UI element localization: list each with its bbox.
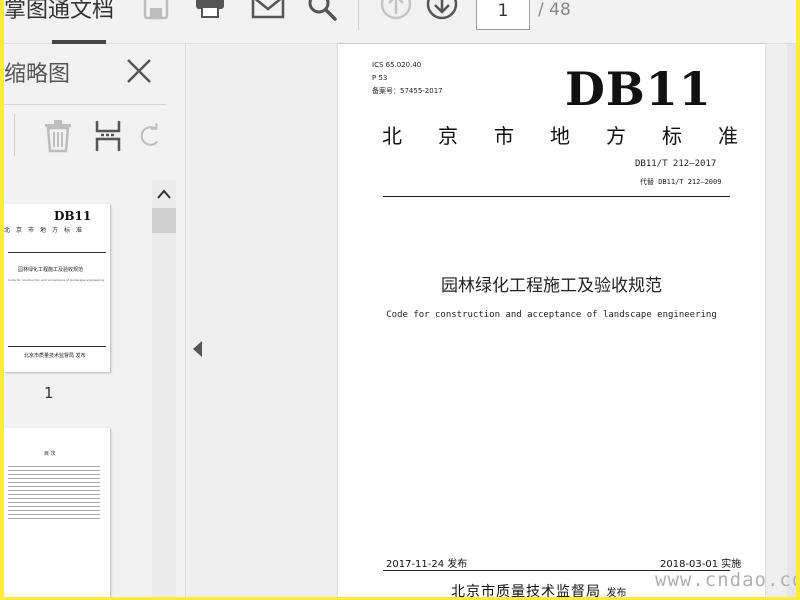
thumbnail-en-title: Code for construction and acceptance of … (8, 278, 105, 282)
thumbnail-toc-heading: 目 次 (44, 451, 56, 457)
issuer-name: 北京市质量技术监督局 (451, 584, 601, 597)
standard-char: 地 (550, 124, 570, 148)
thumbnail-page-1[interactable]: DB11 北京市地方标准 园林绿化工程施工及验收规范 Code for cons… (4, 204, 110, 372)
standard-char: 京 (438, 124, 458, 148)
header-rule (383, 196, 730, 197)
standard-char: 准 (718, 124, 738, 148)
document-viewer: ICS 65.020.40 P 53 备案号：57455-2017 DB11 北… (187, 44, 796, 597)
toolbar-separator (358, 0, 359, 30)
chevron-up-icon[interactable] (152, 184, 176, 204)
toc-line (8, 514, 100, 515)
implementation-date: 2018-03-01 实施 (660, 559, 742, 570)
toc-line (8, 478, 100, 479)
thumbnail-title: 园林绿化工程施工及验收规范 (18, 267, 84, 273)
toolbar: 掌图通文档 1 / 48 (4, 0, 796, 44)
issuer-suffix: 发布 (606, 588, 627, 597)
thumbnail-rule (8, 252, 106, 253)
ics-code: ICS 65.020.40 (372, 61, 422, 69)
issue-date: 2017-11-24 发布 (386, 559, 468, 570)
page-total: / 48 (538, 0, 571, 20)
thumbnail-foot-rule (8, 346, 106, 347)
previous-page-icon[interactable] (378, 0, 414, 26)
document-page: ICS 65.020.40 P 53 备案号：57455-2017 DB11 北… (338, 44, 765, 597)
print-icon[interactable] (192, 0, 228, 26)
watermark: www.cndao.com (655, 569, 796, 591)
thumbnail-page-number: 1 (44, 384, 54, 402)
p-code: P 53 (372, 74, 388, 82)
collapse-panel-icon[interactable] (191, 340, 205, 358)
panel-tool-separator (14, 114, 15, 156)
standard-heading: 北 京 市 地 方 标 准 (382, 120, 738, 149)
thumbnail-foot: 北京市质量技术监督局 发布 (24, 353, 86, 359)
thumbnail-scroll-thumb[interactable] (152, 208, 176, 233)
thumbnail-list: DB11 北京市地方标准 园林绿化工程施工及验收规范 Code for cons… (4, 180, 154, 597)
panel-title: 缩略图 (4, 62, 71, 87)
cut-icon[interactable] (90, 116, 126, 156)
panel-divider (4, 104, 166, 105)
document-meta: ICS 65.020.40 P 53 备案号：57455-2017 (372, 59, 443, 98)
toc-line (8, 510, 100, 511)
toc-line (8, 490, 100, 491)
toc-line (8, 466, 100, 467)
toc-line (8, 474, 100, 475)
toc-line (8, 518, 100, 519)
issuer: 北京市质量技术监督局 发布 (451, 581, 626, 597)
thumbnail-standard: 北京市地方标准 (4, 227, 89, 234)
document-scrollbar[interactable] (787, 44, 796, 597)
close-icon[interactable] (124, 56, 154, 86)
email-icon[interactable] (250, 0, 286, 26)
save-icon[interactable] (138, 0, 174, 26)
db-label: DB11 (565, 62, 712, 116)
toc-line (8, 486, 100, 487)
toc-line (8, 470, 100, 471)
standard-char: 标 (662, 124, 682, 148)
standard-code: DB11/T 212—2017 (635, 159, 717, 169)
page-number-input[interactable]: 1 (476, 0, 530, 30)
toc-line (8, 498, 100, 499)
thumbnail-db-label: DB11 (54, 209, 92, 223)
record-number: 备案号：57455-2017 (372, 87, 443, 95)
document-title-cn: 园林绿化工程施工及验收规范 (441, 276, 662, 296)
search-icon[interactable] (304, 0, 340, 26)
toc-line (8, 502, 100, 503)
thumbnail-page-2[interactable]: 目 次 (4, 428, 110, 597)
thumbnail-scrollbar[interactable] (152, 180, 176, 597)
rotate-icon[interactable] (138, 116, 162, 156)
toc-line (8, 494, 100, 495)
standard-char: 方 (606, 124, 626, 148)
pdf-viewer-window: 掌图通文档 1 / 48 缩略图 DB11 北京市地方标准 园林绿化工程施工及验… (4, 0, 796, 597)
toc-line (8, 506, 100, 507)
thumbnail-panel: 缩略图 DB11 北京市地方标准 园林绿化工程施工及验收规范 Code for … (4, 44, 186, 597)
standard-char: 北 (382, 124, 402, 148)
next-page-icon[interactable] (424, 0, 460, 26)
document-title-en: Code for construction and acceptance of … (386, 310, 717, 320)
delete-icon[interactable] (40, 116, 76, 156)
replaces-code: 代替 DB11/T 212—2009 (640, 178, 722, 186)
standard-char: 市 (494, 124, 514, 148)
app-title: 掌图通文档 (4, 0, 115, 23)
toc-line (8, 482, 100, 483)
